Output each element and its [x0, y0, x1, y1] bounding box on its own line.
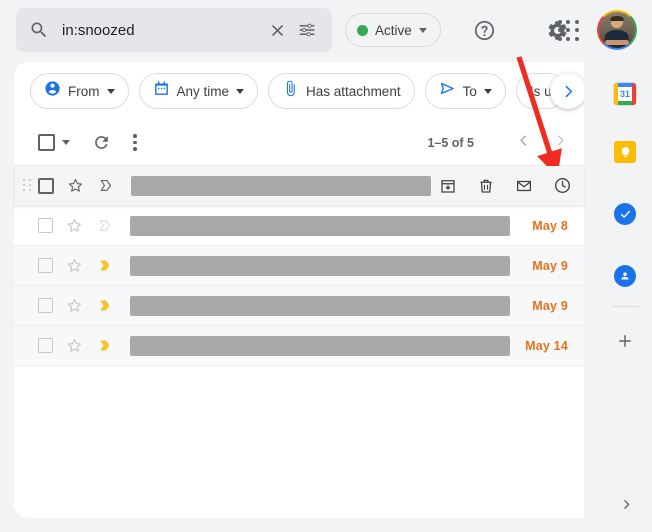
email-list: May 8 May 9	[14, 166, 584, 366]
person-circle-icon	[44, 80, 61, 102]
attachment-icon	[282, 80, 299, 102]
row-checkbox[interactable]	[38, 258, 53, 273]
google-calendar-icon[interactable]: 31	[607, 76, 643, 112]
app-header: in:snoozed Active	[0, 0, 652, 60]
filter-chip-from[interactable]: From	[30, 73, 129, 109]
archive-icon[interactable]	[438, 176, 458, 196]
filter-chip-any-time[interactable]: Any time	[139, 73, 259, 109]
prev-page-button[interactable]	[516, 133, 531, 153]
select-all-dropdown-icon[interactable]	[62, 140, 70, 145]
scroll-filters-next-button[interactable]	[550, 73, 584, 109]
search-options-icon[interactable]	[292, 20, 322, 40]
result-count: 1–5 of 5	[427, 136, 474, 150]
importance-marker-icon[interactable]	[96, 217, 113, 234]
row-date: May 14	[525, 339, 568, 353]
chevron-down-icon	[484, 89, 492, 94]
refresh-button[interactable]	[92, 133, 111, 152]
importance-marker-icon[interactable]	[97, 177, 114, 194]
star-icon[interactable]	[66, 217, 83, 234]
chevron-down-icon	[107, 89, 115, 94]
avatar-image	[599, 12, 635, 48]
filter-chip-label: Is u	[530, 84, 552, 99]
list-toolbar: 1–5 of 5	[14, 120, 584, 166]
calendar-icon	[153, 80, 170, 102]
pagination	[516, 133, 568, 153]
subject-placeholder	[130, 336, 510, 356]
importance-marker-icon[interactable]	[96, 337, 113, 354]
subject-placeholder	[131, 176, 431, 196]
next-page-button[interactable]	[553, 133, 568, 153]
mail-panel: From Any time Has attachment	[14, 62, 584, 518]
table-row[interactable]: May 9	[14, 246, 584, 286]
row-checkbox[interactable]	[38, 218, 53, 233]
status-label: Active	[375, 23, 412, 38]
star-icon[interactable]	[66, 337, 83, 354]
chevron-down-icon	[236, 89, 244, 94]
star-icon[interactable]	[66, 297, 83, 314]
search-bar[interactable]: in:snoozed	[16, 8, 332, 52]
filter-chip-has-attachment[interactable]: Has attachment	[268, 73, 415, 109]
table-row[interactable]: May 9	[14, 286, 584, 326]
more-options-button[interactable]	[133, 134, 137, 151]
importance-marker-icon[interactable]	[96, 257, 113, 274]
star-icon[interactable]	[66, 257, 83, 274]
importance-marker-icon[interactable]	[96, 297, 113, 314]
drag-handle-icon[interactable]	[23, 179, 32, 193]
chevron-right-icon	[620, 498, 633, 511]
filter-chip-label: Any time	[177, 84, 230, 99]
table-row[interactable]: May 14	[14, 326, 584, 366]
calendar-day-label: 31	[618, 87, 632, 101]
google-keep-icon[interactable]	[607, 134, 643, 170]
search-input[interactable]: in:snoozed	[52, 22, 262, 39]
chevron-right-icon	[560, 83, 577, 100]
filter-chip-label: Has attachment	[306, 84, 401, 99]
subject-placeholder	[130, 216, 510, 236]
row-checkbox[interactable]	[38, 298, 53, 313]
filter-chip-to[interactable]: To	[425, 73, 506, 109]
avatar[interactable]	[597, 10, 637, 50]
expand-side-panel-button[interactable]	[614, 492, 638, 516]
clear-search-icon[interactable]	[262, 21, 292, 40]
rail-divider	[612, 306, 638, 307]
help-icon[interactable]	[468, 14, 500, 46]
chevron-down-icon	[419, 28, 427, 33]
gmail-window: in:snoozed Active	[0, 0, 652, 532]
subject-placeholder	[130, 296, 510, 316]
status-chip[interactable]: Active	[345, 13, 441, 47]
mark-read-icon[interactable]	[514, 176, 534, 196]
row-date: May 8	[532, 219, 568, 233]
table-row[interactable]	[14, 166, 584, 206]
row-hover-actions	[438, 176, 572, 196]
search-icon	[26, 20, 52, 40]
delete-icon[interactable]	[476, 176, 496, 196]
row-date: May 9	[532, 299, 568, 313]
subject-placeholder	[130, 256, 510, 276]
row-checkbox[interactable]	[38, 178, 54, 194]
filter-chip-label: To	[463, 84, 477, 99]
snooze-icon[interactable]	[552, 176, 572, 196]
google-tasks-icon[interactable]	[607, 196, 643, 232]
row-date: May 9	[532, 259, 568, 273]
table-row[interactable]: May 8	[14, 206, 584, 246]
apps-grid-icon[interactable]	[556, 18, 582, 44]
filter-chip-label: From	[68, 84, 100, 99]
row-checkbox[interactable]	[38, 338, 53, 353]
side-panel-rail: 31	[598, 62, 652, 532]
send-icon	[439, 80, 456, 102]
google-contacts-icon[interactable]	[607, 258, 643, 294]
star-icon[interactable]	[67, 177, 84, 194]
search-filter-chips: From Any time Has attachment	[14, 62, 584, 120]
add-addon-button[interactable]	[607, 323, 643, 359]
status-dot	[357, 25, 368, 36]
select-all-checkbox[interactable]	[38, 134, 55, 151]
